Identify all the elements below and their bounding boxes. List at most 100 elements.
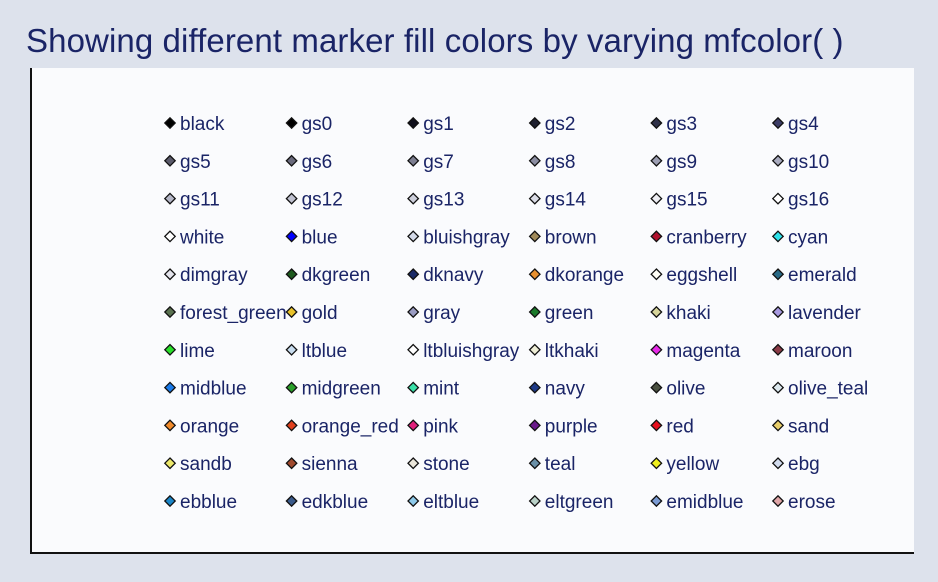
diamond-marker [528, 381, 541, 394]
diamond-marker [650, 494, 663, 508]
diamond-marker [771, 116, 785, 130]
marker-label: red [666, 416, 693, 437]
diamond-marker [285, 381, 298, 394]
diamond-marker [407, 154, 420, 167]
marker-label: lavender [788, 303, 862, 324]
data-point-gs2: gs2 [528, 114, 576, 135]
data-point-sandb: sandb [163, 454, 232, 475]
diamond-marker [285, 268, 298, 281]
data-point-gs16: gs16 [771, 190, 829, 211]
marker-label: bluishgray [423, 227, 510, 248]
marker-label: cranberry [666, 227, 747, 248]
data-point-lavender: lavender [771, 303, 862, 324]
data-point-pink: pink [407, 416, 459, 437]
marker-label: sandb [180, 454, 232, 475]
diamond-marker [528, 268, 541, 281]
marker-label: eltgreen [545, 492, 614, 513]
diamond-marker [163, 457, 177, 470]
diamond-marker [285, 343, 298, 356]
diamond-marker [285, 305, 298, 319]
data-point-gs11: gs11 [163, 190, 220, 211]
marker-label: sand [788, 416, 829, 437]
data-point-gs1: gs1 [407, 114, 454, 135]
diamond-marker [650, 116, 663, 130]
diamond-marker [163, 116, 177, 130]
marker-label: erose [788, 492, 836, 513]
data-point-magenta: magenta [650, 341, 741, 362]
marker-label: gray [423, 303, 460, 324]
data-point-emidblue: emidblue [650, 492, 744, 513]
data-point-yellow: yellow [650, 454, 719, 475]
marker-label: pink [423, 416, 458, 437]
marker-label: gs2 [545, 114, 576, 135]
marker-label: brown [545, 227, 597, 248]
diamond-marker [771, 230, 785, 243]
diamond-marker [407, 268, 420, 281]
data-point-ltbluishgray: ltbluishgray [407, 341, 520, 362]
diamond-marker [163, 268, 177, 281]
diamond-marker [528, 116, 541, 130]
diamond-marker [285, 116, 298, 130]
diamond-marker [163, 192, 177, 205]
marker-label: gs16 [788, 190, 829, 211]
diamond-marker [285, 494, 298, 508]
data-point-gs13: gs13 [407, 190, 464, 211]
data-point-orange: orange [163, 416, 239, 437]
diamond-marker [528, 419, 541, 432]
diamond-marker [771, 154, 785, 167]
diamond-marker [407, 192, 420, 205]
data-point-gs6: gs6 [285, 152, 332, 173]
marker-label: gold [302, 303, 338, 324]
marker-label: ebg [788, 454, 820, 475]
diamond-marker [650, 343, 663, 356]
marker-label: gs5 [180, 152, 211, 173]
data-point-ebg: ebg [771, 454, 820, 475]
data-point-dkgreen: dkgreen [285, 265, 370, 286]
marker-label: emidblue [666, 492, 743, 513]
diamond-marker [163, 305, 177, 319]
data-point-gs15: gs15 [650, 190, 708, 211]
marker-label: magenta [666, 341, 740, 362]
diamond-marker [650, 305, 663, 319]
diamond-marker [163, 230, 177, 243]
marker-label: gs9 [666, 152, 697, 173]
data-point-red: red [650, 416, 694, 437]
marker-label: gs11 [180, 190, 220, 211]
chart-title: Showing different marker fill colors by … [26, 22, 844, 59]
marker-label: green [545, 303, 594, 324]
marker-label: sienna [302, 454, 358, 475]
marker-label: teal [545, 454, 576, 475]
data-point-bluishgray: bluishgray [407, 227, 510, 248]
diamond-marker [650, 154, 663, 167]
marker-label: forest_green [180, 303, 287, 324]
diamond-marker [407, 305, 420, 319]
data-point-gs0: gs0 [285, 114, 332, 135]
data-point-ltblue: ltblue [285, 341, 347, 362]
data-point-cyan: cyan [771, 227, 828, 248]
data-point-edkblue: edkblue [285, 492, 368, 513]
data-point-gs8: gs8 [528, 152, 575, 173]
marker-label: gs14 [545, 190, 587, 211]
data-point-gs10: gs10 [771, 152, 829, 173]
marker-label: gs3 [666, 114, 697, 135]
diamond-marker [528, 494, 541, 508]
marker-label: orange [180, 416, 239, 437]
data-point-olive: olive [650, 379, 705, 400]
diamond-marker [528, 343, 541, 356]
diamond-marker [285, 154, 298, 167]
marker-label: olive_teal [788, 379, 868, 400]
diamond-marker [285, 419, 298, 432]
marker-label: eltblue [423, 492, 479, 513]
data-point-khaki: khaki [650, 303, 711, 324]
diamond-marker [771, 494, 785, 508]
data-point-mint: mint [407, 379, 460, 400]
diamond-marker [407, 116, 420, 130]
diamond-marker [771, 419, 785, 432]
marker-label: gs15 [666, 190, 707, 211]
data-point-midgreen: midgreen [285, 379, 381, 400]
diamond-marker [407, 419, 420, 432]
marker-label: white [179, 227, 224, 248]
data-point-purple: purple [528, 416, 598, 437]
data-point-gs7: gs7 [407, 152, 454, 173]
diamond-marker [528, 154, 541, 167]
